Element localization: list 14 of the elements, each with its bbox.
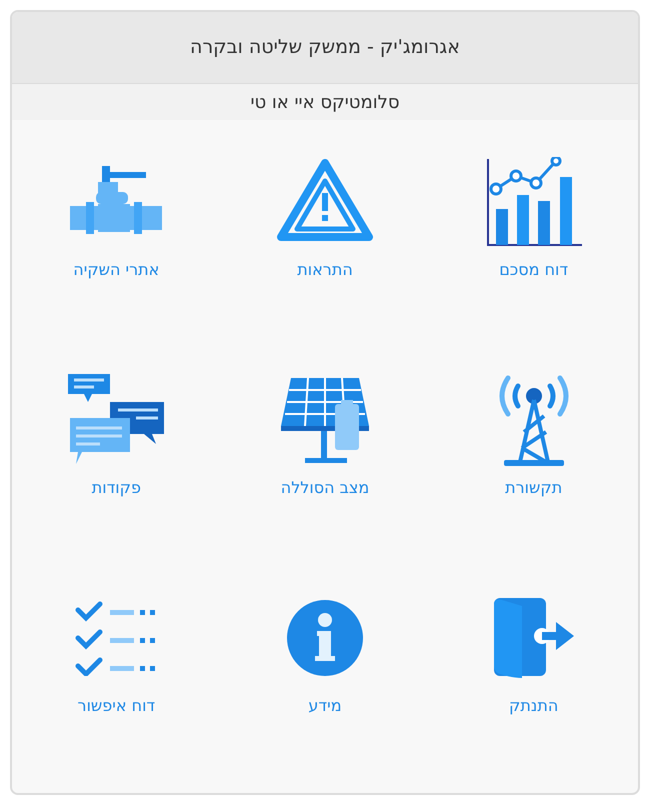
menu-link[interactable]: מידע [308,694,342,718]
chart-icon[interactable] [486,157,582,247]
menu-link[interactable]: מצב הסוללה [280,476,370,500]
menu-link[interactable]: תקשורת [505,476,562,500]
menu-link[interactable]: אתרי השקיה [73,258,160,282]
menu-link[interactable]: התנתק [509,694,558,718]
menu-link[interactable]: דוח איפשור [78,694,156,718]
window-title: אגרומג'יק - ממשק שליטה ובקרה [190,35,460,60]
menu-link[interactable]: פקודות [92,476,141,500]
exit-door-icon[interactable] [492,596,576,680]
info-icon[interactable] [285,598,366,678]
menu-link[interactable]: דוח מסכם [499,258,568,282]
menu-link[interactable]: התראות [297,258,353,282]
company-name: סלומטיקס איי או טי [250,90,400,114]
